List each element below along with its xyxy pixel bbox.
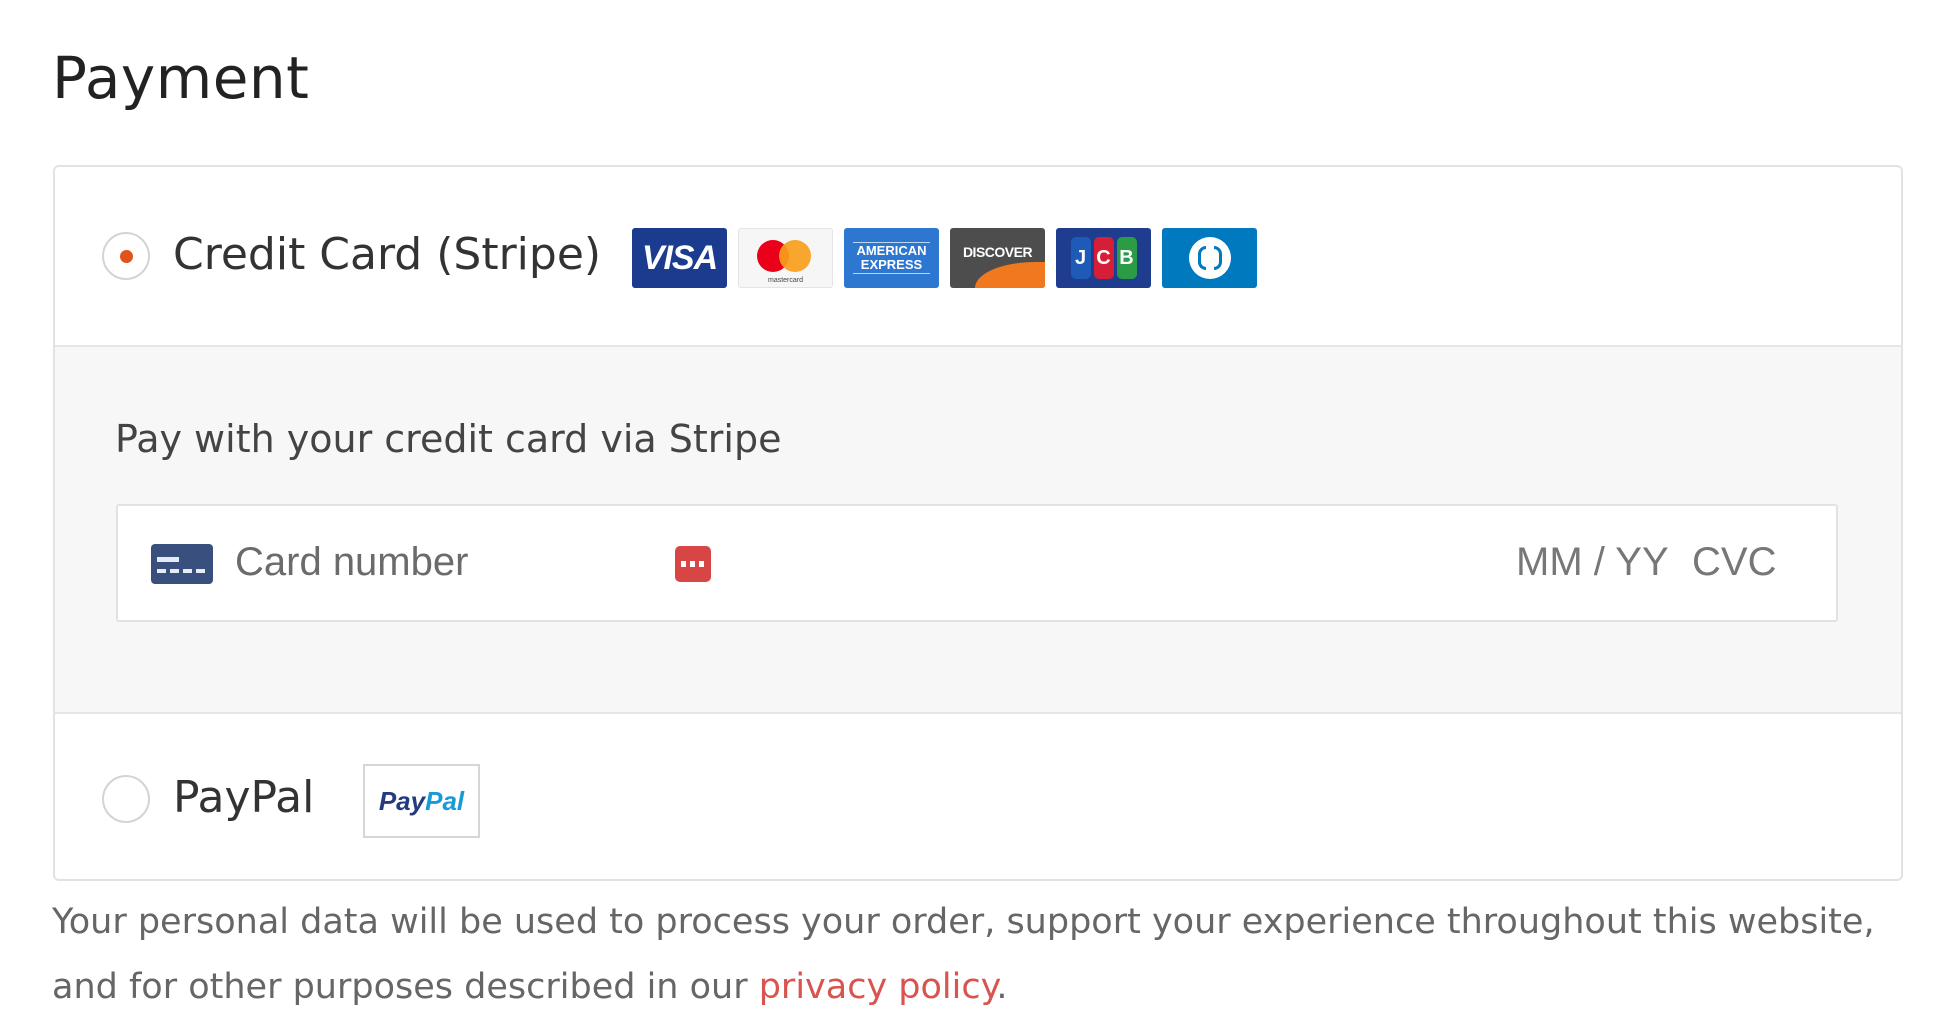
radio-selected-dot <box>119 249 133 263</box>
expiry-input[interactable]: MM / YY <box>1516 540 1669 585</box>
card-brand-logos: VISA mastercard AMERICAN EXPRESS DISCOVER… <box>632 228 1257 288</box>
american-express-icon: AMERICAN EXPRESS <box>844 228 939 288</box>
discover-icon: DISCOVER <box>950 228 1045 288</box>
payment-method-credit-card[interactable]: Credit Card (Stripe) VISA mastercard AME… <box>55 167 1901 347</box>
mastercard-icon: mastercard <box>738 228 833 288</box>
card-details-input[interactable]: Card number MM / YY CVC <box>116 504 1838 622</box>
credit-card-radio[interactable] <box>102 232 150 280</box>
credit-card-icon <box>151 544 213 584</box>
diners-club-icon <box>1162 228 1257 288</box>
credit-card-label[interactable]: Credit Card (Stripe) <box>173 229 601 280</box>
privacy-notice: Your personal data will be used to proce… <box>52 890 1922 1020</box>
privacy-notice-end: . <box>996 967 1008 1007</box>
credit-card-description: Pay with your credit card via Stripe <box>115 417 782 461</box>
visa-icon: VISA <box>632 228 727 288</box>
credit-card-panel: Pay with your credit card via Stripe Car… <box>55 347 1901 712</box>
payment-method-paypal[interactable]: PayPal Pay Pal <box>55 712 1901 879</box>
payment-page: Payment Credit Card (Stripe) VISA master… <box>0 0 1950 1029</box>
card-number-input[interactable]: Card number <box>235 540 468 585</box>
jcb-icon: J C B <box>1056 228 1151 288</box>
paypal-label[interactable]: PayPal <box>173 772 314 823</box>
page-title: Payment <box>52 44 310 112</box>
card-error-icon <box>675 546 711 582</box>
cvc-input[interactable]: CVC <box>1692 540 1776 585</box>
paypal-logo-icon: Pay Pal <box>363 764 480 838</box>
paypal-radio[interactable] <box>102 774 150 823</box>
privacy-policy-link[interactable]: privacy policy <box>759 967 997 1007</box>
payment-methods-box: Credit Card (Stripe) VISA mastercard AME… <box>53 165 1903 881</box>
